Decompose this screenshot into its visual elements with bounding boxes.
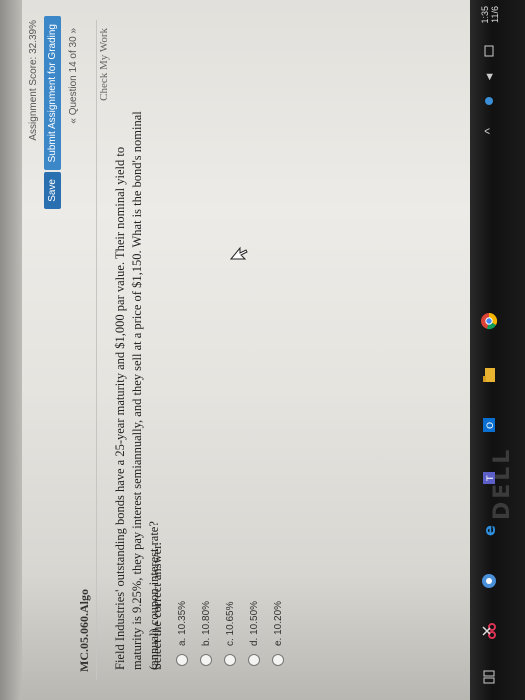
answer-options: a. 10.35% b. 10.80% c. 10.65% d. 10.50% … — [170, 601, 290, 666]
svg-text:e: e — [480, 525, 498, 536]
monitor-screen: Assignment Score: 32.39% Save Submit Ass… — [0, 0, 525, 700]
task-view-icon[interactable] — [480, 668, 498, 686]
radio-button[interactable] — [272, 654, 284, 666]
taskbar: e T O ^ ◂ 1:35 11/6 — [470, 0, 510, 700]
chrome-icon[interactable] — [480, 312, 498, 330]
snip-icon[interactable] — [480, 622, 498, 640]
option-a[interactable]: a. 10.35% — [170, 601, 194, 666]
header-divider — [96, 20, 97, 680]
chevron-up-icon[interactable]: ^ — [480, 122, 498, 140]
svg-text:T: T — [486, 475, 496, 482]
option-e[interactable]: e. 10.20% — [266, 601, 290, 666]
option-label: c. 10.65% — [224, 601, 236, 646]
system-clock[interactable]: 1:35 11/6 — [480, 6, 500, 24]
clock-time: 1:35 — [480, 6, 490, 24]
option-b[interactable]: b. 10.80% — [194, 601, 218, 666]
svg-text:O: O — [486, 422, 496, 429]
option-d[interactable]: d. 10.50% — [242, 601, 266, 666]
volume-icon[interactable]: ◂ — [480, 68, 498, 86]
instruction-text: Select the correct answer. — [150, 542, 164, 670]
option-label: d. 10.50% — [248, 600, 260, 646]
option-label: e. 10.20% — [272, 600, 284, 646]
option-label: b. 10.80% — [200, 600, 212, 646]
edge-icon[interactable]: e — [480, 520, 498, 538]
notification-icon[interactable] — [480, 42, 498, 60]
save-button[interactable]: Save — [44, 172, 61, 209]
problem-id: MC.05.060.Algo — [77, 589, 91, 672]
check-my-work-link[interactable]: Check My Work — [98, 28, 110, 101]
outlook-icon[interactable]: O — [480, 416, 498, 434]
clock-date: 11/6 — [490, 6, 500, 23]
radio-button[interactable] — [200, 654, 212, 666]
mouse-cursor-icon — [230, 246, 248, 260]
radio-button[interactable] — [248, 654, 260, 666]
question-navigation[interactable]: « Question 14 of 30 » — [68, 28, 79, 124]
radio-button[interactable] — [176, 654, 188, 666]
option-c[interactable]: c. 10.65% — [218, 601, 242, 666]
monitor-bezel-top — [0, 0, 22, 700]
assignment-header: Assignment Score: 32.39% Save Submit Ass… — [22, 0, 97, 700]
network-icon[interactable] — [480, 92, 498, 110]
radio-button[interactable] — [224, 654, 236, 666]
assignment-score: Assignment Score: 32.39% — [28, 20, 39, 141]
teams-icon[interactable]: T — [480, 468, 498, 486]
submit-assignment-button[interactable]: Submit Assignment for Grading — [44, 16, 61, 171]
chrome-alt-icon[interactable] — [480, 572, 498, 590]
option-label: a. 10.35% — [176, 600, 188, 646]
file-explorer-icon[interactable] — [480, 366, 498, 384]
